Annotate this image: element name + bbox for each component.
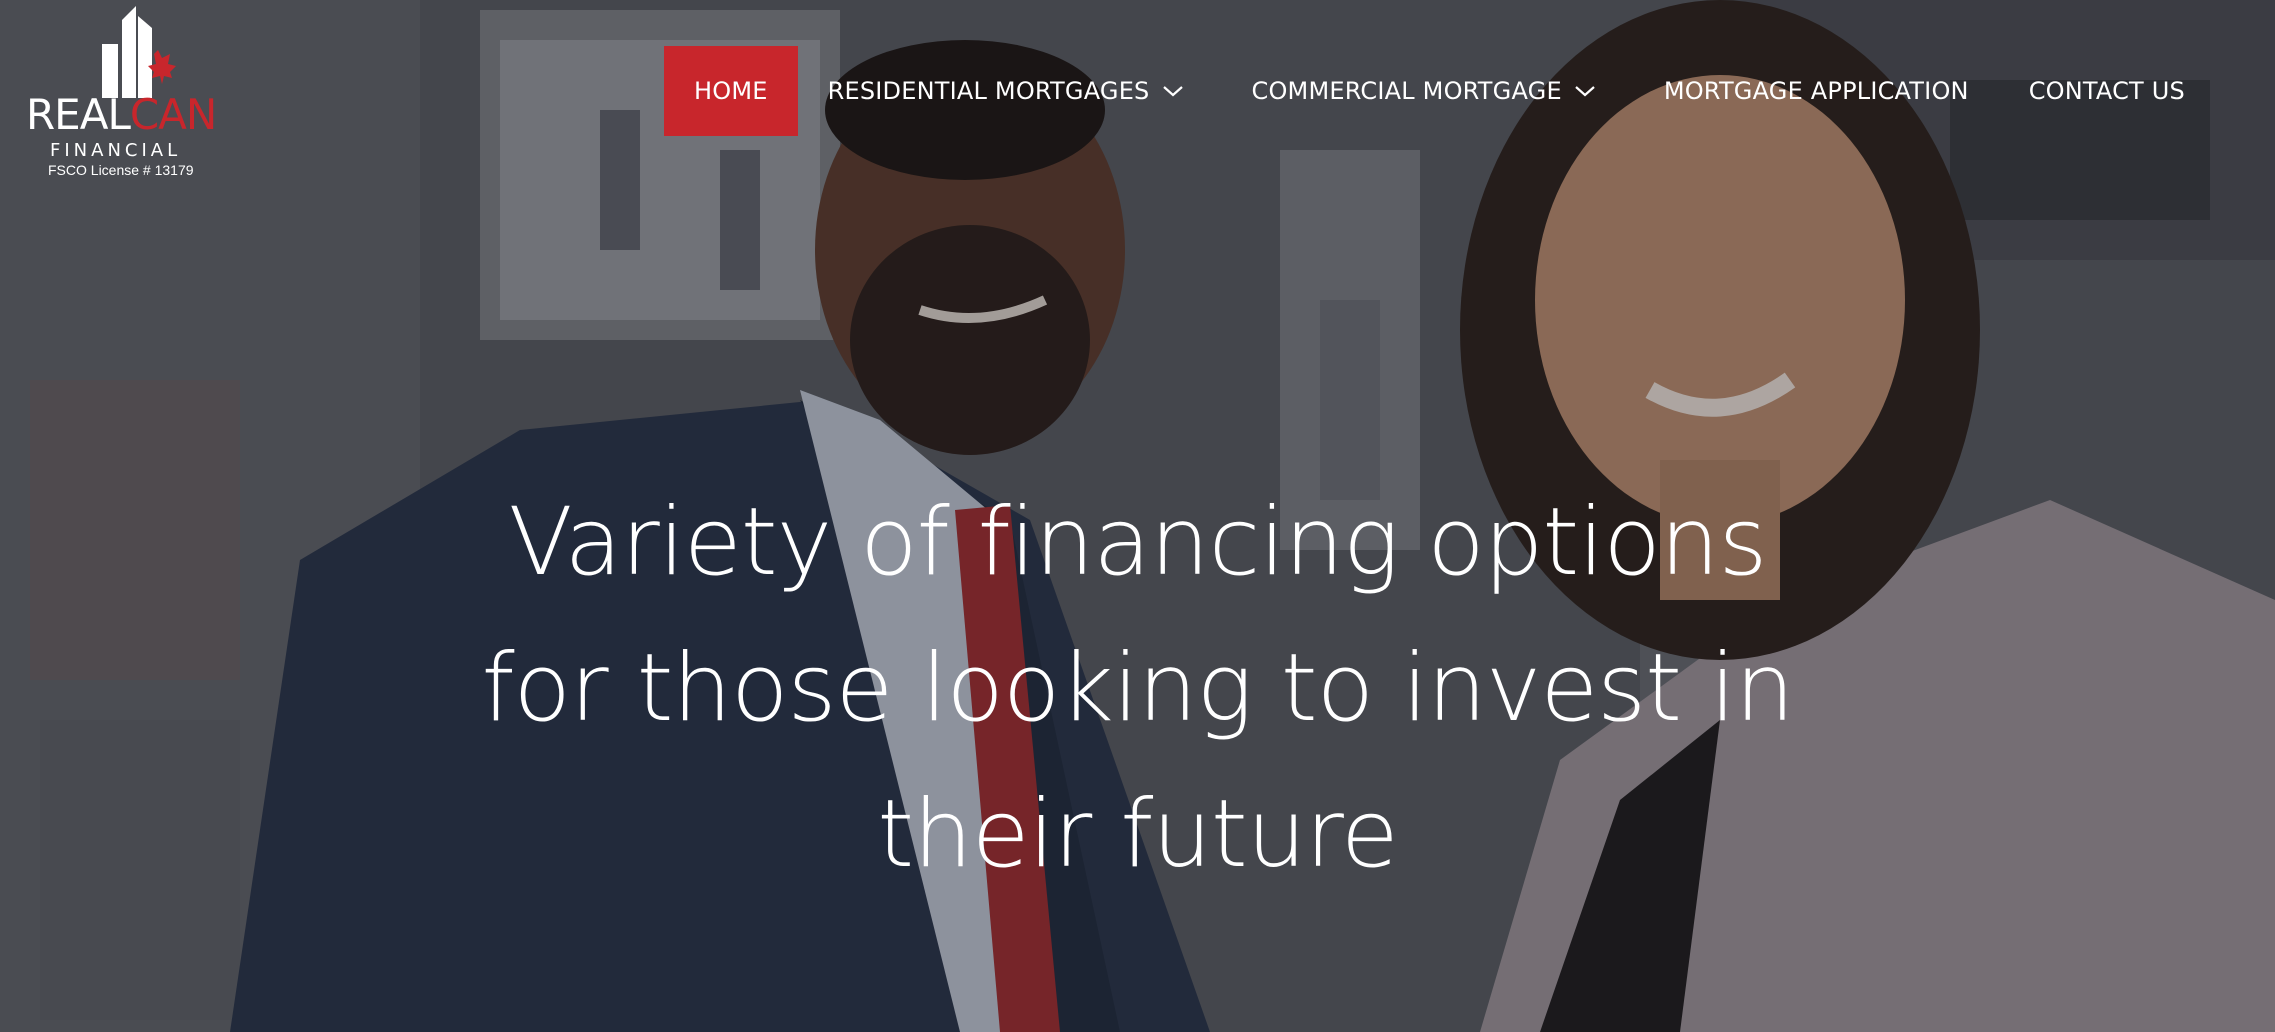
hero-headline: Variety of financing options for those l… <box>0 470 2275 908</box>
brand-word-can: CAN <box>129 90 217 139</box>
nav-item-label: COMMERCIAL MORTGAGE <box>1251 77 1562 105</box>
nav-item-commercial-mortgage[interactable]: COMMERCIAL MORTGAGE <box>1252 46 1596 136</box>
nav-item-label: HOME <box>694 77 768 105</box>
brand-subtitle: FINANCIAL <box>50 140 182 161</box>
building-maple-leaf-logo-icon <box>102 6 176 98</box>
chevron-down-icon[interactable] <box>1574 84 1596 98</box>
license-number: FSCO License # 13179 <box>48 162 194 178</box>
hero-headline-line: their future <box>877 780 1398 889</box>
brand-logo[interactable]: REALCAN FINANCIAL FSCO License # 13179 <box>26 6 226 178</box>
nav-item-label: CONTACT US <box>2028 77 2185 105</box>
hero-headline-line: for those looking to invest in <box>481 634 1794 743</box>
hero-section: REALCAN FINANCIAL FSCO License # 13179 H… <box>0 0 2275 1032</box>
nav-item-contact-us[interactable]: CONTACT US <box>2029 46 2185 136</box>
nav-item-label: MORTGAGE APPLICATION <box>1663 77 1969 105</box>
brand-wordmark: REALCAN <box>26 94 217 136</box>
nav-item-mortgage-application[interactable]: MORTGAGE APPLICATION <box>1664 46 1969 136</box>
hero-headline-line: Variety of financing options <box>508 488 1768 597</box>
chevron-down-icon[interactable] <box>1162 84 1184 98</box>
nav-item-home[interactable]: HOME <box>664 46 798 136</box>
nav-item-residential-mortgages[interactable]: RESIDENTIAL MORTGAGES <box>828 46 1184 136</box>
main-nav: HOME RESIDENTIAL MORTGAGES COMMERCIAL MO… <box>664 46 2185 136</box>
nav-item-label: RESIDENTIAL MORTGAGES <box>827 77 1150 105</box>
brand-word-real: REAL <box>26 90 131 139</box>
